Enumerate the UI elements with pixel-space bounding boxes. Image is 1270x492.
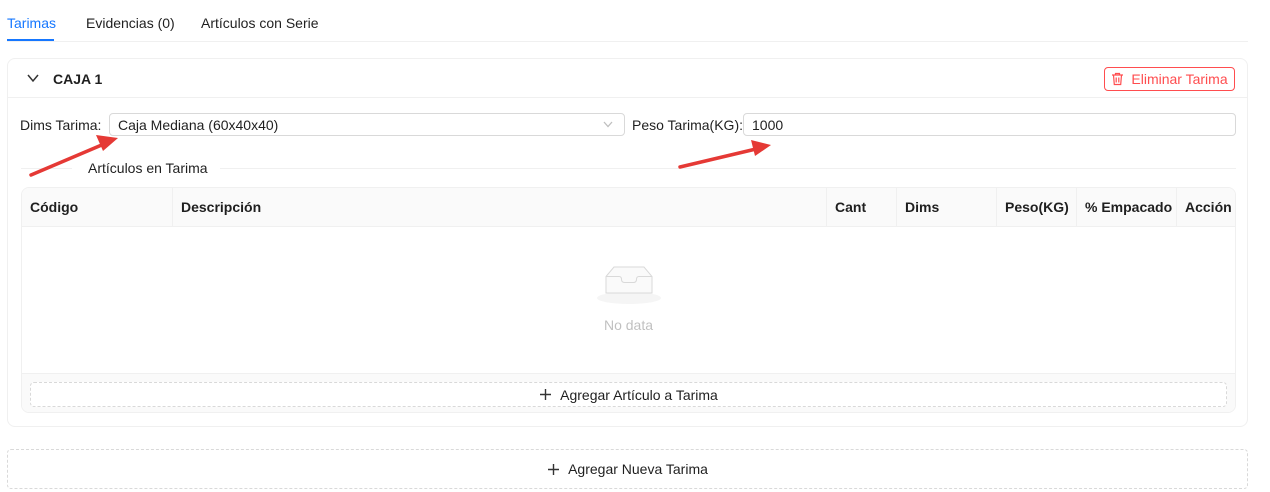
tab-tarimas[interactable]: Tarimas [7,14,56,32]
column-header-peso: Peso(KG) [996,188,1076,227]
delete-tarima-label: Eliminar Tarima [1131,71,1228,87]
trash-icon [1112,72,1124,86]
active-tab-indicator [7,39,54,41]
select-chevron-icon [603,121,613,128]
dims-tarima-value: Caja Mediana (60x40x40) [118,117,279,133]
column-header-accion: Acción [1176,188,1235,227]
section-title: Artículos en Tarima [88,160,208,176]
peso-tarima-input[interactable]: 1000 [743,113,1236,136]
peso-tarima-label: Peso Tarima(KG): [632,117,743,133]
delete-tarima-button[interactable]: Eliminar Tarima [1104,67,1235,91]
column-header-empacado: % Empacado [1076,188,1176,227]
plus-icon [540,389,552,400]
add-tarima-button[interactable]: Agregar Nueva Tarima [7,449,1248,489]
articulos-table: Código Descripción Cant Dims Peso(KG) % … [21,187,1236,413]
table-footer: Agregar Artículo a Tarima [22,373,1235,412]
column-header-cant: Cant [826,188,896,227]
chevron-down-icon[interactable] [26,72,40,84]
section-divider-right [220,168,1236,169]
table-header: Código Descripción Cant Dims Peso(KG) % … [22,188,1235,227]
dims-tarima-label: Dims Tarima: [20,117,102,133]
column-header-descripcion: Descripción [172,188,826,227]
tab-evidencias[interactable]: Evidencias (0) [86,14,175,32]
section-divider-left [21,168,72,169]
table-empty-state: No data [22,227,1235,373]
tab-articulos-con-serie[interactable]: Artículos con Serie [201,14,319,32]
tarima-panel: CAJA 1 Eliminar Tarima Dims Tarima: Caja… [7,58,1248,427]
add-articulo-button[interactable]: Agregar Artículo a Tarima [30,382,1227,407]
panel-header[interactable]: CAJA 1 Eliminar Tarima [8,59,1247,98]
column-header-codigo: Código [30,199,79,215]
dims-tarima-select[interactable]: Caja Mediana (60x40x40) [109,113,625,136]
panel-title: CAJA 1 [53,71,103,87]
add-articulo-label: Agregar Artículo a Tarima [560,386,718,403]
column-header-dims: Dims [896,188,996,227]
plus-icon [548,463,560,475]
empty-text: No data [603,317,654,333]
empty-inbox-icon [597,266,661,304]
add-tarima-label: Agregar Nueva Tarima [568,461,708,477]
tabs-bar: Tarimas Evidencias (0) Artículos con Ser… [7,0,1248,42]
